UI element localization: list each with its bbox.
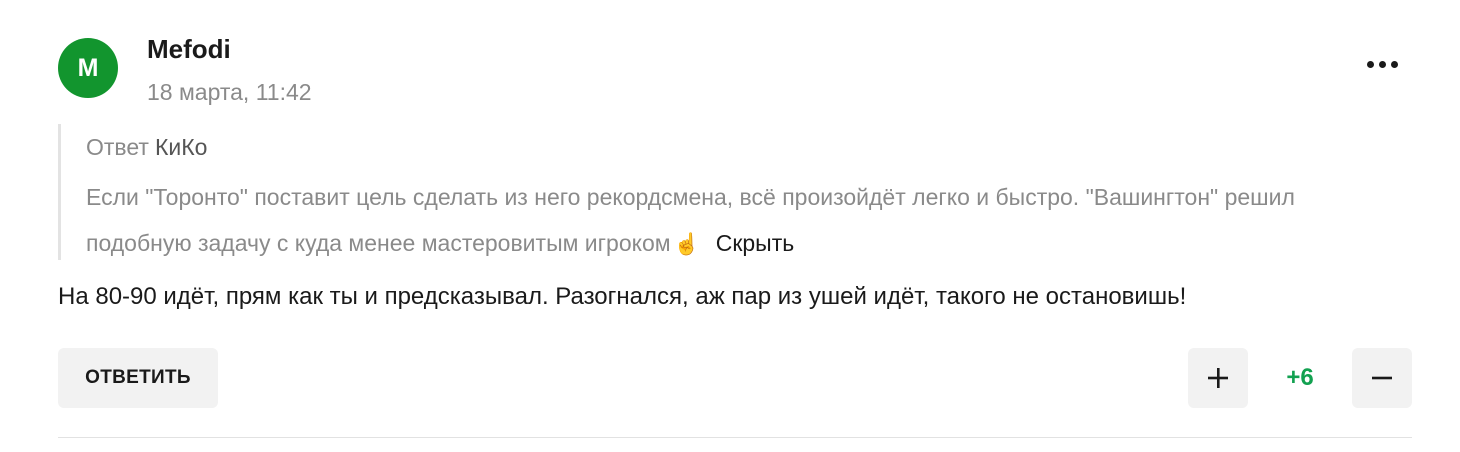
minus-icon	[1372, 376, 1392, 380]
pointing-finger-icon: ☝	[673, 233, 700, 256]
quote-text: Если "Торонто" поставит цель сделать из …	[86, 174, 1396, 268]
author-name[interactable]: Mefodi	[147, 34, 231, 65]
comment: M Mefodi 18 марта, 11:42 Ответ КиКо Если …	[0, 0, 1460, 452]
downvote-button[interactable]	[1352, 348, 1412, 408]
more-horizontal-icon	[1390, 60, 1398, 68]
comment-text: На 80-90 идёт, прям как ты и предсказыва…	[58, 283, 1187, 310]
reply-button[interactable]: ОТВЕТИТЬ	[58, 348, 218, 408]
more-horizontal-icon	[1378, 60, 1386, 68]
hide-quote-link[interactable]: Скрыть	[716, 230, 795, 256]
more-horizontal-icon	[1366, 60, 1374, 68]
avatar[interactable]: M	[58, 38, 118, 98]
vote-score: +6	[1286, 364, 1314, 391]
quoted-reply: Ответ КиКо Если "Торонто" поставит цель с…	[58, 124, 1401, 260]
divider	[58, 437, 1412, 438]
quote-author[interactable]: КиКо	[155, 134, 207, 160]
plus-icon	[1208, 368, 1228, 388]
comment-timestamp: 18 марта, 11:42	[147, 79, 312, 105]
more-options-button[interactable]	[1356, 46, 1408, 82]
upvote-button[interactable]	[1188, 348, 1248, 408]
quote-header: Ответ КиКо	[86, 134, 207, 161]
quote-prefix: Ответ	[86, 134, 149, 160]
